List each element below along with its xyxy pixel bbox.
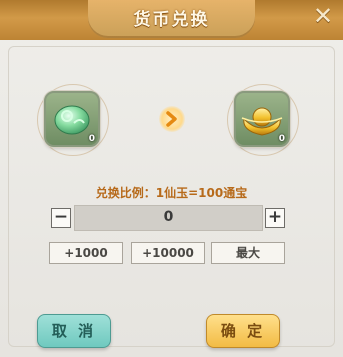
dialog-header: 货币兑换 ✕ [0, 0, 343, 40]
exchange-ratio-text: 兑换比例：1仙玉=100通宝 [95, 186, 248, 200]
dialog-title: 货币兑换 [133, 10, 210, 30]
target-item-count: 0 [278, 134, 285, 144]
close-icon[interactable]: ✕ [309, 2, 337, 30]
increase-button[interactable]: + [265, 208, 285, 228]
source-currency-slot[interactable]: 0 [44, 91, 100, 147]
quantity-value: 0 [163, 209, 174, 225]
add-1000-button[interactable]: +1000 [49, 242, 123, 264]
decrease-button[interactable]: − [51, 208, 71, 228]
source-item-count: 0 [88, 134, 95, 144]
target-currency-slot[interactable]: 0 [234, 91, 290, 147]
add-10000-button[interactable]: +10000 [131, 242, 205, 264]
confirm-button[interactable]: 确 定 [206, 314, 280, 348]
cancel-button[interactable]: 取 消 [37, 314, 111, 348]
currency-exchange-dialog: 货币兑换 ✕ 0 0 兑换比例：1仙玉=100通宝 − 0 + +1000 +1… [0, 0, 343, 357]
exchange-arrow-icon [159, 106, 185, 132]
max-button[interactable]: 最大 [211, 242, 285, 264]
